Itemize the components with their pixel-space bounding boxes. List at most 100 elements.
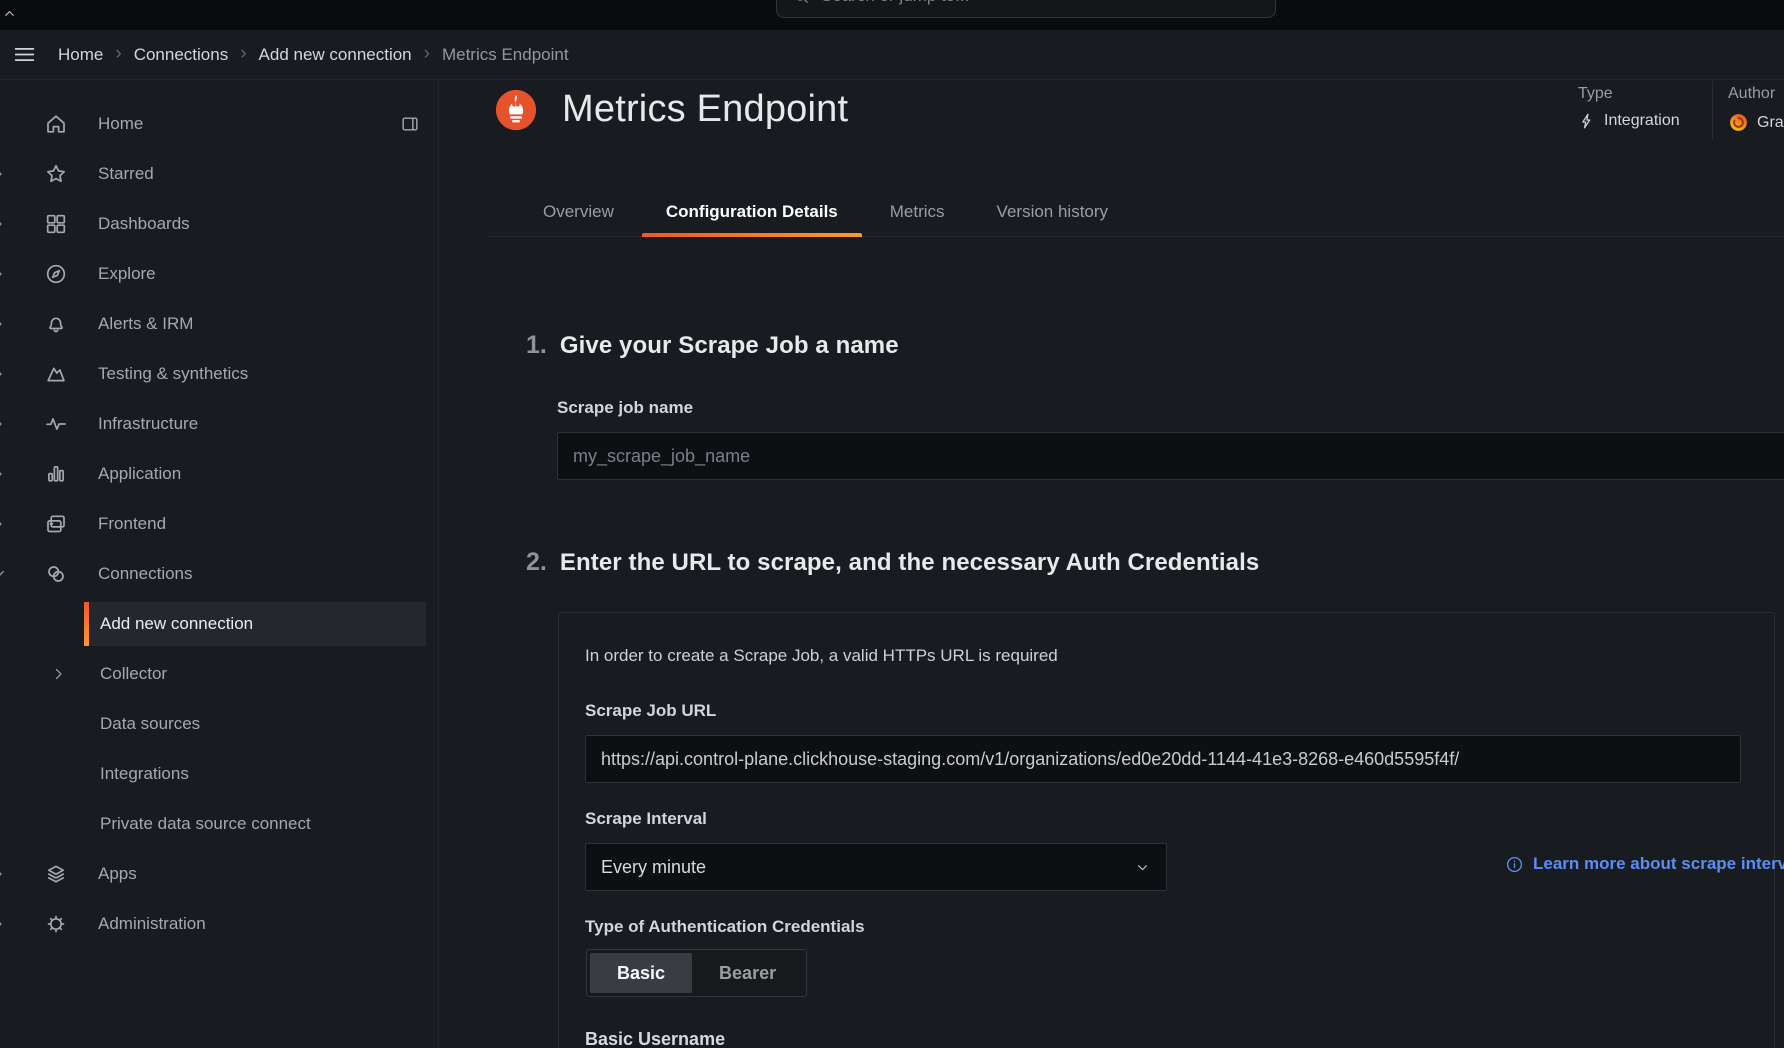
sidebar-item-add-new-connection[interactable]: Add new connection [0, 599, 438, 649]
sidebar-item-dashboards[interactable]: Dashboards [0, 199, 438, 249]
house-icon [44, 112, 68, 136]
breadcrumb: Home›Connections›Add new connection›Metr… [58, 45, 569, 65]
step-2-heading: 2. Enter the URL to scrape, and the nece… [526, 548, 1259, 577]
sidebar-item-starred[interactable]: Starred [0, 149, 438, 199]
sidebar-item-label: Private data source connect [100, 814, 311, 834]
learn-more-link[interactable]: Learn more about scrape intervals [1505, 854, 1784, 874]
tab-bar: OverviewConfiguration DetailsMetricsVers… [489, 188, 1784, 237]
auth-type-toggle: BasicBearer [586, 949, 807, 997]
auth-option-bearer[interactable]: Bearer [692, 953, 803, 993]
scrape-job-url-input[interactable] [585, 735, 1741, 783]
breadcrumb-separator: › [424, 44, 430, 63]
sidebar-item-integrations[interactable]: Integrations [0, 749, 438, 799]
sidebar-item-label: Explore [98, 264, 156, 284]
sidebar-item-label: Apps [98, 864, 137, 884]
type-value: Integration [1604, 112, 1680, 130]
step-number: 1. [526, 331, 547, 360]
bell-icon [44, 312, 68, 336]
step-title: Enter the URL to scrape, and the necessa… [560, 549, 1259, 577]
sidebar-item-label: Infrastructure [98, 414, 198, 434]
step-number: 2. [526, 548, 547, 577]
pulse-icon [44, 412, 68, 436]
top-bar: Search or jump to... [0, 0, 1784, 30]
browser-icon [44, 512, 68, 536]
menu-toggle-button[interactable] [8, 39, 40, 71]
step-title: Give your Scrape Job a name [560, 332, 899, 360]
prometheus-logo-icon [495, 89, 537, 131]
basic-username-label: Basic Username [585, 1029, 725, 1048]
sidebar-item-label: Integrations [100, 764, 189, 784]
sidebar-item-label: Application [98, 464, 181, 484]
sidebar-item-label: Alerts & IRM [98, 314, 193, 334]
breadcrumb-item-add-new-connection[interactable]: Add new connection [259, 45, 412, 65]
info-icon [1505, 855, 1524, 874]
sidebar-item-collector[interactable]: Collector [0, 649, 438, 699]
breadcrumb-bar: Home›Connections›Add new connection›Metr… [0, 30, 1784, 80]
breadcrumb-item-home[interactable]: Home [58, 45, 103, 65]
breadcrumb-item-metrics-endpoint: Metrics Endpoint [442, 45, 569, 65]
chevron-right-icon [0, 864, 8, 884]
mountain-icon [44, 362, 68, 386]
dock-menu-icon[interactable] [400, 114, 420, 134]
chevron-up-icon [2, 6, 17, 21]
meta-type: Type Integration [1578, 85, 1680, 130]
chevron-right-icon [0, 264, 8, 284]
type-label: Type [1578, 85, 1680, 103]
auth-type-label: Type of Authentication Credentials [585, 917, 865, 937]
tab-metrics[interactable]: Metrics [864, 188, 971, 236]
chevron-right-icon [0, 214, 8, 234]
author-value: Grafana [1757, 114, 1784, 132]
url-requirement-hint: In order to create a Scrape Job, a valid… [585, 646, 1058, 666]
hamburger-icon [12, 42, 37, 67]
meta-author: Author Grafana [1728, 85, 1784, 133]
chevron-right-icon [50, 666, 67, 683]
chevron-right-icon [0, 164, 8, 184]
tab-configuration-details[interactable]: Configuration Details [640, 188, 864, 236]
main-content: Metrics Endpoint Type Integration Author… [440, 81, 1784, 1048]
scrape-job-name-input[interactable] [557, 432, 1784, 480]
sidebar-item-label: Collector [100, 664, 167, 684]
sidebar-item-apps[interactable]: Apps [0, 849, 438, 899]
sidebar-item-frontend[interactable]: Frontend [0, 499, 438, 549]
scrape-interval-label: Scrape Interval [585, 809, 707, 829]
search-input[interactable]: Search or jump to... [776, 0, 1276, 18]
sidebar-item-testing-synthetics[interactable]: Testing & synthetics [0, 349, 438, 399]
sidebar-item-explore[interactable]: Explore [0, 249, 438, 299]
chevron-right-icon [0, 914, 8, 934]
auth-option-basic[interactable]: Basic [590, 953, 692, 993]
bolt-icon [1578, 112, 1596, 130]
breadcrumb-separator: › [240, 44, 246, 63]
compass-icon [44, 262, 68, 286]
sidebar-item-label: Data sources [100, 714, 200, 734]
sidebar-item-application[interactable]: Application [0, 449, 438, 499]
sidebar-item-data-sources[interactable]: Data sources [0, 699, 438, 749]
scrape-job-name-label: Scrape job name [557, 398, 693, 418]
sidebar-item-alerts-irm[interactable]: Alerts & IRM [0, 299, 438, 349]
search-icon [792, 0, 810, 5]
scrape-interval-select[interactable]: Every minute [585, 843, 1167, 891]
sidebar-item-label: Home [98, 114, 143, 134]
bar-chart-icon [44, 462, 68, 486]
sidebar-item-label: Administration [98, 914, 206, 934]
step-1-heading: 1. Give your Scrape Job a name [526, 331, 899, 360]
chevron-right-icon [0, 364, 8, 384]
sidebar: Home StarredDashboards Explore Alerts & IRM… [0, 81, 439, 1048]
sidebar-item-private-data-source-connect[interactable]: Private data source connect [0, 799, 438, 849]
sidebar-item-label: Connections [98, 564, 193, 584]
grafana-logo-icon [1728, 112, 1749, 133]
meta-divider [1712, 81, 1713, 139]
grid-icon [44, 212, 68, 236]
grafana-app: Search or jump to... Home › Connections › Ad… [0, 0, 1784, 1048]
tab-overview[interactable]: Overview [517, 188, 640, 236]
rings-icon [44, 562, 68, 586]
tab-version-history[interactable]: Version history [971, 188, 1135, 236]
sidebar-item-label: Testing & synthetics [98, 364, 248, 384]
chevron-right-icon [0, 514, 8, 534]
chevron-down-icon [1134, 859, 1151, 876]
layers-icon [44, 862, 68, 886]
breadcrumb-item-connections[interactable]: Connections [134, 45, 229, 65]
sidebar-item-administration[interactable]: Administration [0, 899, 438, 949]
sidebar-item-infrastructure[interactable]: Infrastructure [0, 399, 438, 449]
sidebar-item-home[interactable]: Home [0, 99, 438, 149]
sidebar-item-connections[interactable]: Connections [0, 549, 438, 599]
